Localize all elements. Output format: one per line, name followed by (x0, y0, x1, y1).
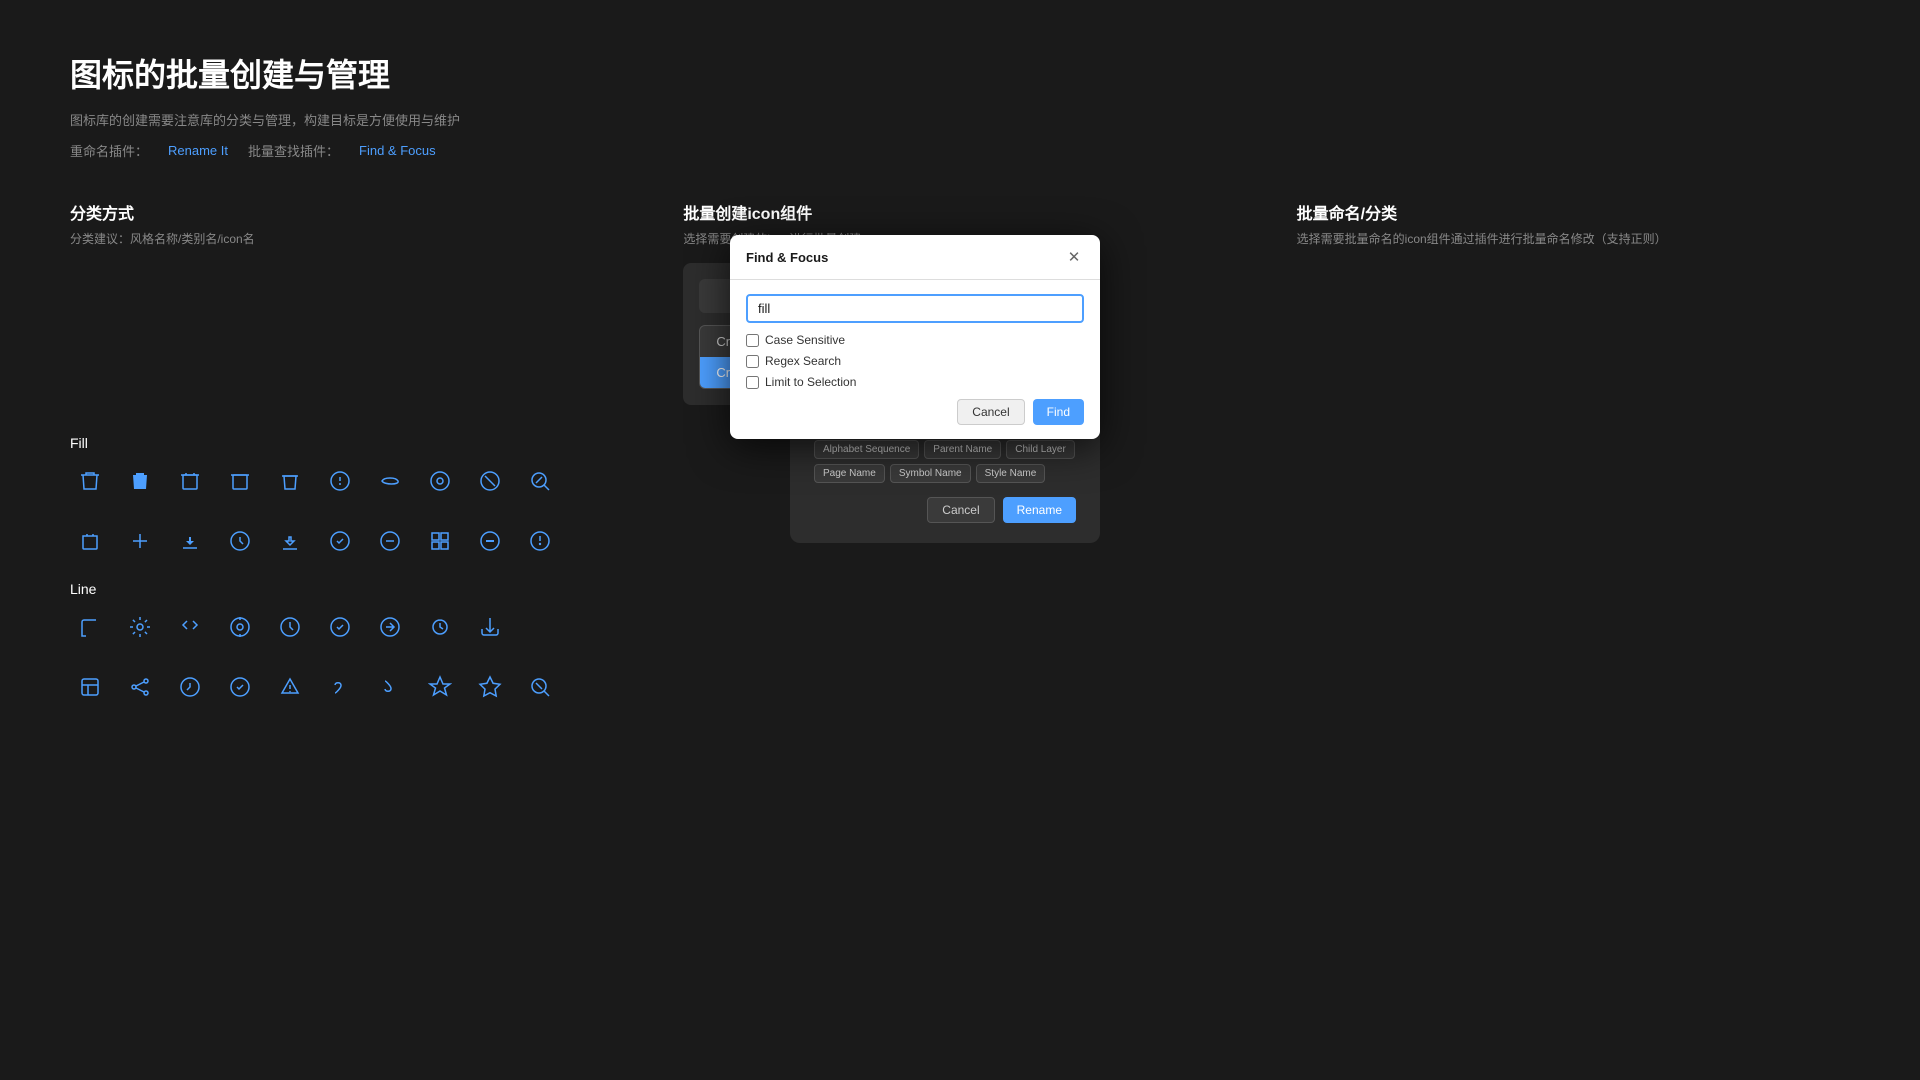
limit-selection-label: Limit to Selection (765, 375, 856, 389)
fill-icon-12 (120, 521, 160, 561)
fill-icon-8 (420, 461, 460, 501)
kw-symbol[interactable]: Symbol Name (890, 464, 971, 483)
find-focus-body: Case Sensitive Regex Search Limit to Sel… (730, 280, 1100, 439)
find-focus-header: Find & Focus ✕ (730, 235, 1100, 280)
rename-it-link-label: 重命名插件： (70, 141, 148, 160)
line-icon-16 (370, 667, 410, 707)
find-cancel-button[interactable]: Cancel (957, 399, 1024, 425)
line-icon-5 (270, 607, 310, 647)
limit-selection-row: Limit to Selection (746, 375, 1084, 389)
page-subtitle: 图标库的创建需要注意库的分类与管理，构建目标是方便使用与维护 (70, 110, 1850, 129)
line-icon-17 (420, 667, 460, 707)
find-focus-link[interactable]: Find & Focus (359, 143, 436, 158)
case-sensitive-label: Case Sensitive (765, 333, 845, 347)
kw-alpha[interactable]: Alphabet Sequence (814, 440, 919, 459)
rename-footer: Cancel Rename (814, 497, 1076, 523)
line-icon-2 (120, 607, 160, 647)
fill-icon-5 (270, 461, 310, 501)
case-sensitive-checkbox[interactable] (746, 334, 759, 347)
line-icon-18 (470, 667, 510, 707)
section2-title: 批量创建icon组件 (683, 200, 1236, 224)
fill-icon-4 (220, 461, 260, 501)
line-icon-9 (470, 607, 510, 647)
line-icons-row1 (70, 607, 1850, 647)
fill-icon-2 (120, 461, 160, 501)
fill-icon-19 (470, 521, 510, 561)
section1-title: 分类方式 (70, 200, 623, 224)
fill-icon-1 (70, 461, 110, 501)
rename-rename-button[interactable]: Rename (1003, 497, 1076, 523)
find-focus-actions: Cancel Find (746, 399, 1084, 425)
find-focus-title: Find & Focus (746, 250, 828, 265)
line-icon-4 (220, 607, 260, 647)
rename-it-link[interactable]: Rename It (168, 143, 228, 158)
fill-icon-6 (320, 461, 360, 501)
line-icon-13 (220, 667, 260, 707)
fill-icon-17 (370, 521, 410, 561)
links-row: 重命名插件： Rename It 批量查找插件： Find & Focus (70, 141, 1850, 160)
kw-page[interactable]: Page Name (814, 464, 885, 483)
line-icon-7 (370, 607, 410, 647)
regex-search-label: Regex Search (765, 354, 841, 368)
fill-icon-11 (70, 521, 110, 561)
close-icon[interactable]: ✕ (1064, 247, 1084, 267)
fill-icon-13 (170, 521, 210, 561)
fill-icon-18 (420, 521, 460, 561)
regex-search-checkbox[interactable] (746, 355, 759, 368)
fill-icon-7 (370, 461, 410, 501)
fill-icon-16 (320, 521, 360, 561)
kw-child[interactable]: Child Layer (1006, 440, 1075, 459)
line-icon-11 (120, 667, 160, 707)
limit-selection-checkbox[interactable] (746, 376, 759, 389)
line-icon-1 (70, 607, 110, 647)
fill-icon-3 (170, 461, 210, 501)
find-find-button[interactable]: Find (1033, 399, 1084, 425)
fill-icon-10 (520, 461, 560, 501)
line-icon-12 (170, 667, 210, 707)
line-icons-row2 (70, 667, 1850, 707)
kw-parent[interactable]: Parent Name (924, 440, 1001, 459)
section3-title: 批量命名/分类 (1297, 200, 1850, 224)
rename-cancel-button[interactable]: Cancel (927, 497, 994, 523)
section1-desc: 分类建议：风格名称/类别名/icon名 (70, 230, 623, 247)
section-batch-rename: 批量命名/分类 选择需要批量命名的icon组件通过插件进行批量命名修改（支持正则… (1297, 200, 1850, 405)
line-icon-6 (320, 607, 360, 647)
kw-style[interactable]: Style Name (976, 464, 1046, 483)
fill-icon-14 (220, 521, 260, 561)
section-classification: 分类方式 分类建议：风格名称/类别名/icon名 (70, 200, 623, 405)
section3-desc: 选择需要批量命名的icon组件通过插件进行批量命名修改（支持正则） (1297, 230, 1850, 247)
line-icon-14 (270, 667, 310, 707)
fill-icon-9 (470, 461, 510, 501)
line-icon-15 (320, 667, 360, 707)
regex-search-row: Regex Search (746, 354, 1084, 368)
line-icon-8 (420, 607, 460, 647)
case-sensitive-row: Case Sensitive (746, 333, 1084, 347)
find-focus-search-input[interactable] (746, 294, 1084, 323)
line-icon-19 (520, 667, 560, 707)
line-icon-3 (170, 607, 210, 647)
fill-icon-15 (270, 521, 310, 561)
line-label: Line (70, 581, 1850, 597)
line-icon-10 (70, 667, 110, 707)
find-focus-modal: Find & Focus ✕ Case Sensitive Regex Sear… (730, 235, 1100, 439)
find-focus-link-label: 批量查找插件： (248, 141, 339, 160)
page-title: 图标的批量创建与管理 (70, 50, 1850, 96)
fill-icon-20 (520, 521, 560, 561)
